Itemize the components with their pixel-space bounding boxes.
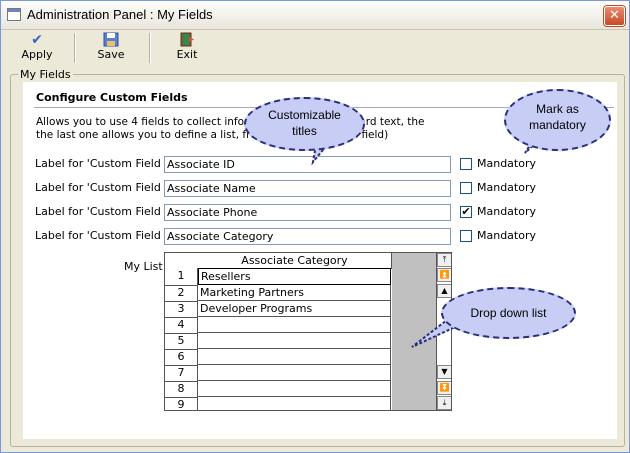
custom-field-2-mandatory-checkbox[interactable] (460, 182, 472, 194)
custom-field-2-label: Label for 'Custom Field 2' (35, 181, 175, 194)
exit-label: Exit (176, 48, 198, 61)
exit-door-icon (167, 32, 207, 48)
grid-row-number[interactable]: 2 (165, 285, 198, 302)
grid-row-number[interactable]: 8 (165, 381, 198, 398)
window-icon (7, 8, 21, 21)
customizable-titles-callout: Customizable titles (244, 97, 365, 151)
custom-field-4-label: Label for 'Custom Field 4' (35, 229, 175, 242)
dropdown-callout-text: Drop down list (470, 306, 547, 320)
title-bar[interactable]: Administration Panel : My Fields ✕ (1, 1, 629, 30)
apply-button[interactable]: ✔ Apply (15, 32, 59, 64)
custom-field-4-mandatory-checkbox[interactable] (460, 230, 472, 242)
custom-field-1-mandatory-checkbox[interactable] (460, 158, 472, 170)
mark-as-mandatory-callout: Mark as mandatory (504, 89, 611, 151)
toolbar: ✔ Apply Save Exit (1, 30, 629, 68)
grid-cell[interactable] (198, 397, 391, 410)
grid-row-number[interactable]: 5 (165, 333, 198, 350)
custom-field-3-input[interactable]: Associate Phone (164, 204, 451, 221)
drop-down-list-callout: Drop down list (441, 287, 576, 339)
grid-column-header[interactable]: Associate Category (198, 253, 392, 269)
toolbar-separator (149, 33, 151, 63)
save-label: Save (97, 48, 125, 61)
grid-cell[interactable] (198, 365, 391, 381)
custom-field-3-mandatory-label: Mandatory (477, 205, 537, 218)
grid-row-number[interactable]: 9 (165, 397, 198, 410)
apply-label: Apply (21, 48, 53, 61)
grid-cell[interactable] (198, 333, 391, 349)
customizable-callout-text: Customizable titles (268, 108, 341, 138)
custom-field-3-label: Label for 'Custom Field 3' (35, 205, 175, 218)
custom-field-2-mandatory-label: Mandatory (477, 181, 537, 194)
grid-cell[interactable] (198, 317, 391, 333)
window-title: Administration Panel : My Fields (27, 7, 213, 22)
group-title: My Fields (18, 68, 73, 81)
grid-cell[interactable]: Marketing Partners (198, 285, 391, 301)
section-title: Configure Custom Fields (36, 91, 188, 104)
toolbar-separator (74, 33, 76, 63)
grid-row-number[interactable]: 6 (165, 349, 198, 366)
grid-row-number[interactable]: 7 (165, 365, 198, 382)
grid-row-number[interactable]: 1 (165, 268, 198, 286)
grid-cell[interactable] (198, 381, 391, 397)
scroll-page-up-icon[interactable]: ⏫ (437, 268, 451, 282)
custom-field-4-input[interactable]: Associate Category (164, 228, 451, 245)
save-icon (91, 32, 131, 48)
grid-row-number[interactable]: 3 (165, 301, 198, 318)
checkmark-icon: ✔ (31, 32, 43, 48)
grid-cell[interactable]: Developer Programs (198, 301, 391, 317)
exit-button[interactable]: Exit (167, 32, 207, 64)
grid-cell[interactable]: Resellers (198, 268, 391, 285)
app-window: Administration Panel : My Fields ✕ ✔ App… (0, 0, 630, 453)
custom-field-1-label: Label for 'Custom Field 1' (35, 157, 175, 170)
my-list-label: My List (124, 260, 163, 273)
scroll-top-icon[interactable]: ⤒ (437, 253, 451, 267)
close-button[interactable]: ✕ (604, 6, 625, 26)
scroll-page-down-icon[interactable]: ⏬ (437, 381, 451, 395)
custom-field-2-input[interactable]: Associate Name (164, 180, 451, 197)
custom-field-4-mandatory-label: Mandatory (477, 229, 537, 242)
custom-field-3-mandatory-checkbox[interactable]: ✔ (460, 206, 472, 218)
scroll-bottom-icon[interactable]: ⤓ (437, 396, 451, 410)
grid-row-number[interactable]: 4 (165, 317, 198, 334)
grid-cell[interactable] (198, 349, 391, 365)
mandatory-callout-text: Mark as mandatory (529, 102, 586, 132)
save-button[interactable]: Save (91, 32, 131, 64)
checkmark-icon: ✔ (461, 205, 471, 218)
scroll-down-icon[interactable]: ▼ (437, 365, 451, 379)
